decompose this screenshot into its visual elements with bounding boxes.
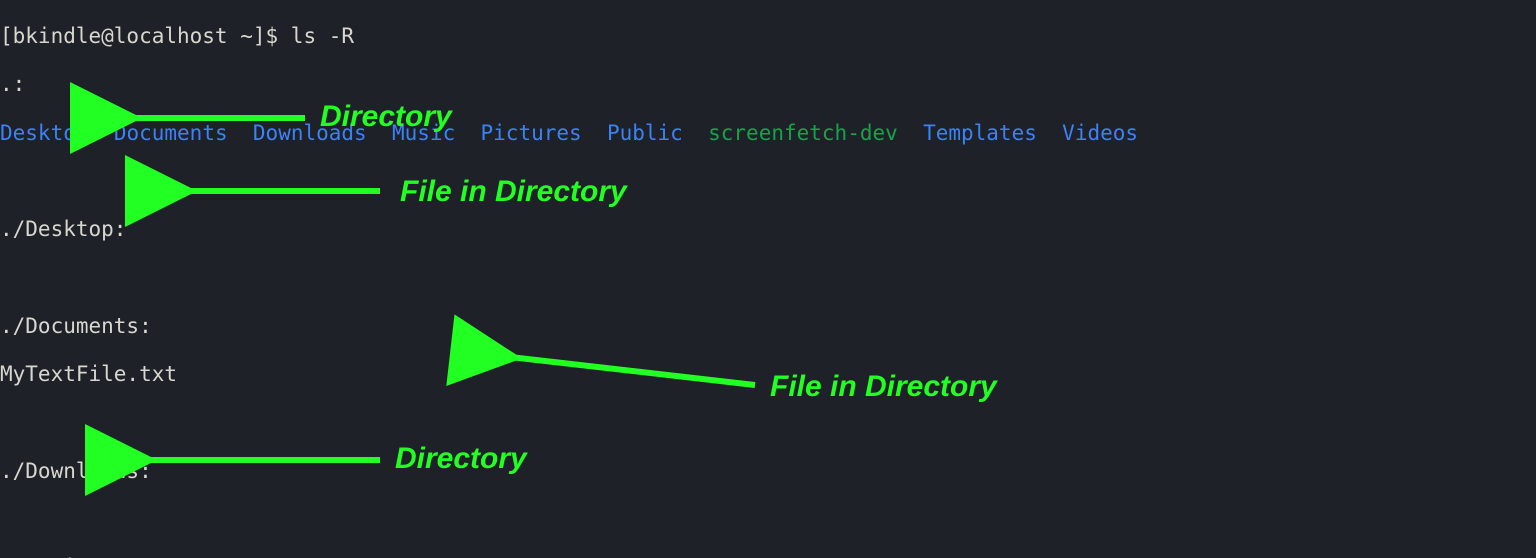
terminal-output: [bkindle@localhost ~]$ ls -R .: Desktop … [0,0,1536,558]
section-documents: ./Documents: [0,314,1536,338]
ls-header-dot: .: [0,72,1536,96]
dir-pictures: Pictures [481,121,582,145]
section-downloads: ./Downloads: [0,459,1536,483]
dir-downloads: Downloads [253,121,367,145]
shell-prompt: [bkindle@localhost ~]$ [0,24,291,48]
command-text: ls -R [291,24,354,48]
section-desktop: ./Desktop: [0,217,1536,241]
dir-templates: Templates [923,121,1037,145]
dir-documents: Documents [114,121,228,145]
dir-desktop: Desktop [0,121,89,145]
file-mytextfile: MyTextFile.txt [0,362,1536,386]
dir-music: Music [392,121,455,145]
dir-videos: Videos [1062,121,1138,145]
ls-top-entries: Desktop Documents Downloads Music Pictur… [0,121,1536,145]
exec-screenfetch: screenfetch-dev [708,121,898,145]
dir-public: Public [607,121,683,145]
